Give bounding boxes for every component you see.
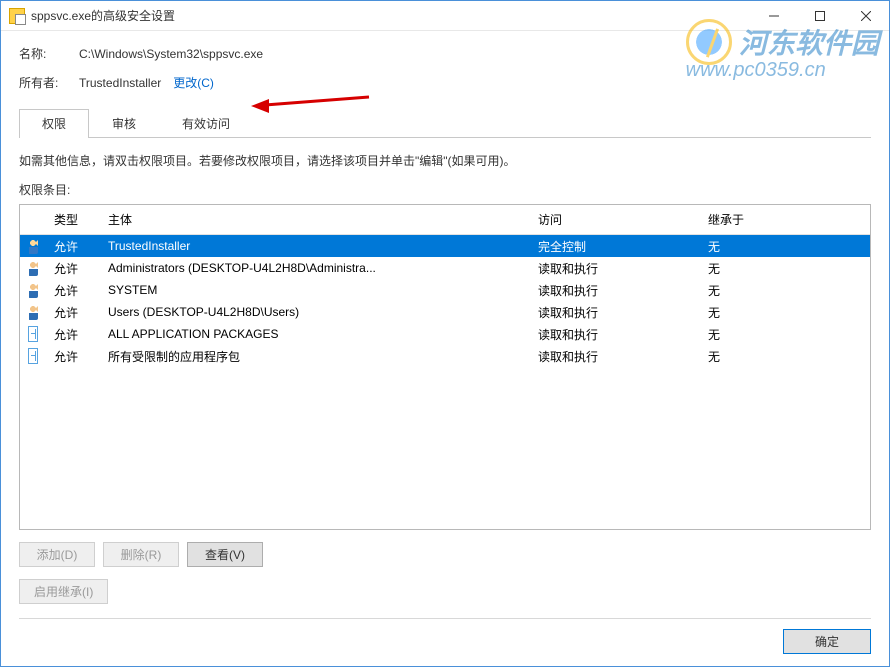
window-minimize-button[interactable]: [751, 1, 797, 30]
permission-inherited: 无: [700, 238, 870, 255]
permission-access: 读取和执行: [530, 304, 700, 321]
view-button[interactable]: 查看(V): [187, 542, 263, 567]
dialog-footer: 确定 取消 应用(A): [19, 618, 871, 654]
permission-principal: SYSTEM: [100, 283, 530, 297]
column-header-type[interactable]: 类型: [46, 205, 100, 234]
window-titlebar: sppsvc.exe的高级安全设置: [1, 1, 889, 31]
permission-principal: Administrators (DESKTOP-U4L2H8D\Administ…: [100, 261, 530, 275]
permission-entries-label: 权限条目:: [19, 181, 871, 198]
permission-access: 读取和执行: [530, 260, 700, 277]
window-maximize-button[interactable]: [797, 1, 843, 30]
permission-principal: 所有受限制的应用程序包: [100, 348, 530, 365]
permission-row[interactable]: 允许SYSTEM读取和执行无: [20, 279, 870, 301]
permission-access: 读取和执行: [530, 326, 700, 343]
permission-type: 允许: [46, 282, 100, 299]
window-icon: [9, 8, 25, 24]
enable-inheritance-button: 启用继承(I): [19, 579, 108, 604]
owner-label: 所有者:: [19, 74, 79, 91]
add-button: 添加(D): [19, 542, 95, 567]
permission-inherited: 无: [700, 348, 870, 365]
column-header-principal[interactable]: 主体: [100, 205, 530, 234]
tab-audit[interactable]: 审核: [89, 109, 159, 138]
permission-access: 读取和执行: [530, 282, 700, 299]
name-value: C:\Windows\System32\sppsvc.exe: [79, 47, 263, 61]
permission-row[interactable]: 允许所有受限制的应用程序包读取和执行无: [20, 345, 870, 367]
owner-value: TrustedInstaller: [79, 76, 161, 90]
permission-principal: ALL APPLICATION PACKAGES: [100, 327, 530, 341]
permission-type: 允许: [46, 326, 100, 343]
permission-row[interactable]: 允许Users (DESKTOP-U4L2H8D\Users)读取和执行无: [20, 301, 870, 323]
ok-button[interactable]: 确定: [783, 629, 871, 654]
tab-strip: 权限 审核 有效访问: [19, 109, 871, 138]
package-icon: [28, 348, 38, 364]
permission-table[interactable]: 类型 主体 访问 继承于 允许TrustedInstaller完全控制无允许Ad…: [19, 204, 871, 530]
window-title: sppsvc.exe的高级安全设置: [31, 7, 751, 24]
window-close-button[interactable]: [843, 1, 889, 30]
tab-permissions[interactable]: 权限: [19, 109, 89, 138]
name-label: 名称:: [19, 45, 79, 62]
permission-access: 完全控制: [530, 238, 700, 255]
permission-inherited: 无: [700, 260, 870, 277]
column-header-inherited[interactable]: 继承于: [700, 205, 870, 234]
permission-access: 读取和执行: [530, 348, 700, 365]
users-icon: [28, 260, 38, 276]
users-icon: [28, 282, 38, 298]
permission-type: 允许: [46, 348, 100, 365]
change-owner-link[interactable]: 更改(C): [173, 74, 214, 91]
permission-row[interactable]: 允许Administrators (DESKTOP-U4L2H8D\Admini…: [20, 257, 870, 279]
tab-effective-access[interactable]: 有效访问: [159, 109, 253, 138]
remove-button: 删除(R): [103, 542, 179, 567]
permission-principal: TrustedInstaller: [100, 239, 530, 253]
permission-type: 允许: [46, 238, 100, 255]
permission-type: 允许: [46, 260, 100, 277]
permission-inherited: 无: [700, 326, 870, 343]
permission-inherited: 无: [700, 304, 870, 321]
permission-inherited: 无: [700, 282, 870, 299]
permission-row[interactable]: 允许TrustedInstaller完全控制无: [20, 235, 870, 257]
permission-type: 允许: [46, 304, 100, 321]
users-icon: [28, 304, 38, 320]
permission-table-header: 类型 主体 访问 继承于: [20, 205, 870, 235]
info-text: 如需其他信息，请双击权限项目。若要修改权限项目，请选择该项目并单击"编辑"(如果…: [19, 152, 871, 169]
users-icon: [28, 238, 38, 254]
permission-row[interactable]: 允许ALL APPLICATION PACKAGES读取和执行无: [20, 323, 870, 345]
name-field-row: 名称: C:\Windows\System32\sppsvc.exe: [19, 45, 871, 62]
owner-field-row: 所有者: TrustedInstaller 更改(C): [19, 74, 871, 91]
package-icon: [28, 326, 38, 342]
column-header-access[interactable]: 访问: [530, 205, 700, 234]
permission-principal: Users (DESKTOP-U4L2H8D\Users): [100, 305, 530, 319]
